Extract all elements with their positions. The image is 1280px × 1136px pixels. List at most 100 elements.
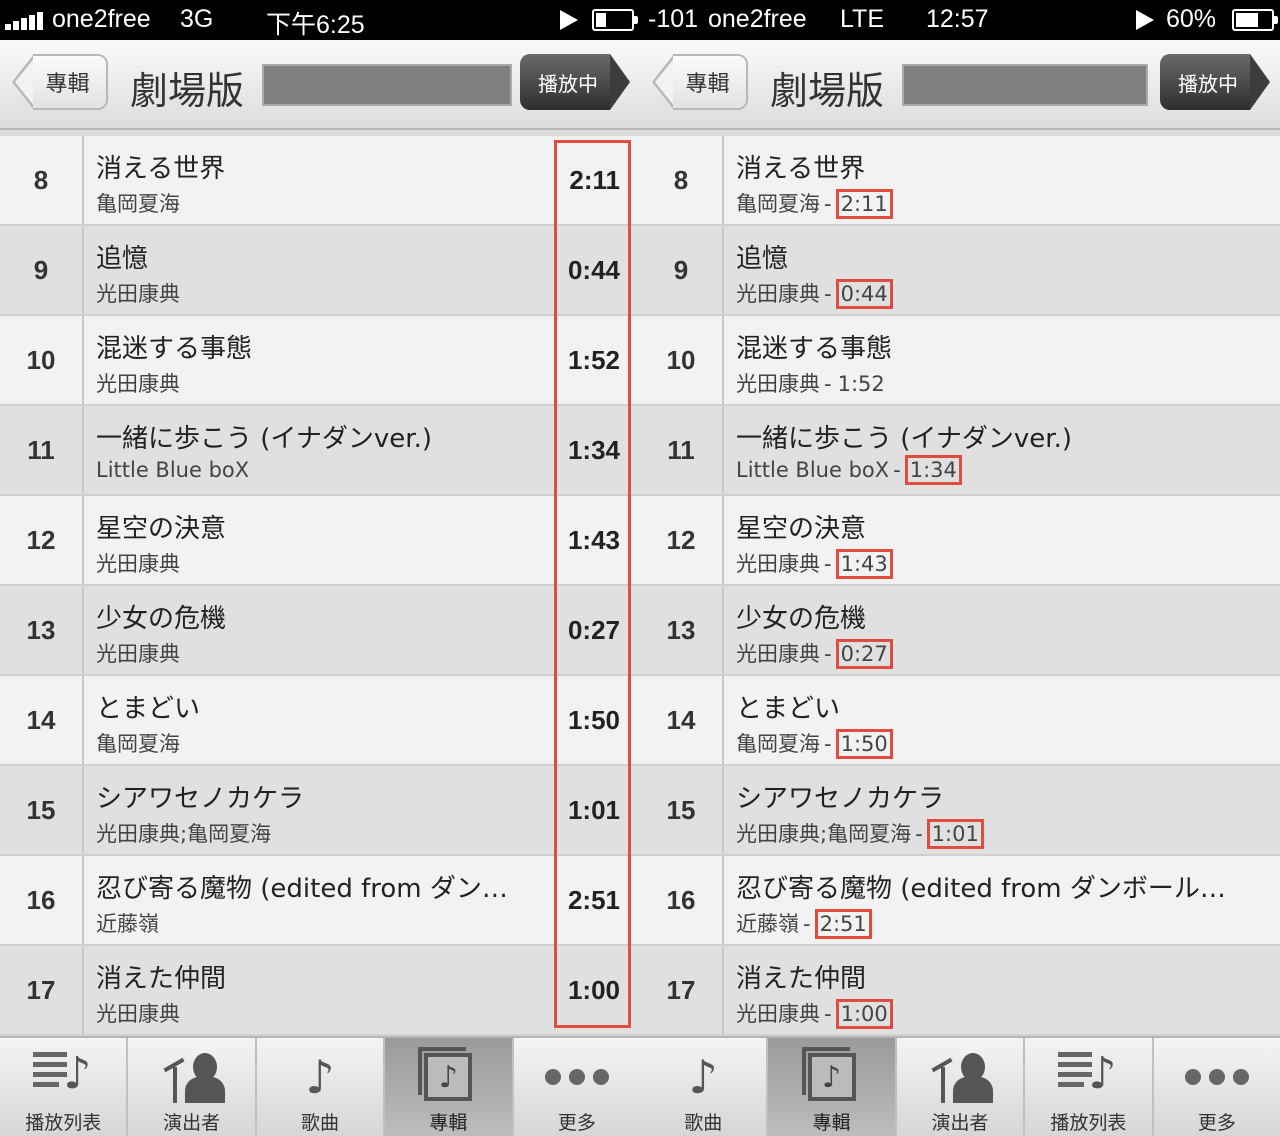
tab-artist[interactable]: 演出者 — [897, 1038, 1026, 1136]
track-title: 追憶 — [96, 244, 149, 274]
track-artist-line: 光田康典 -1:00 — [736, 998, 893, 1029]
track-duration: 1:01 — [567, 794, 620, 825]
track-row[interactable]: 11 一緒に歩こう (イナダンver.) Little Blue boX -1:34 — [640, 406, 1280, 496]
track-artist-line: 亀岡夏海 -1:50 — [736, 728, 893, 759]
back-button-label: 專輯 — [673, 54, 748, 110]
back-button[interactable]: 專輯 — [652, 54, 748, 110]
track-row[interactable]: 16 忍び寄る魔物 (edited from ダン… 近藤嶺 2:51 — [0, 856, 640, 946]
status-bar: one2free 3G 下午6:25 — [0, 0, 640, 40]
playlist-icon: ♪ — [28, 1048, 98, 1104]
track-title: 星空の決意 — [736, 514, 867, 544]
track-title: 消える世界 — [96, 154, 226, 184]
track-number: 12 — [0, 496, 84, 584]
track-number: 10 — [640, 316, 724, 404]
track-number: 13 — [640, 586, 724, 674]
tab-label: 更多 — [1197, 1112, 1236, 1134]
track-title: 忍び寄る魔物 (edited from ダン… — [96, 874, 508, 904]
tab-music-note[interactable]: ♪ 歌曲 — [257, 1038, 386, 1136]
track-duration: 1:52 — [567, 344, 620, 375]
music-note-icon: ♪ — [688, 1050, 718, 1104]
track-duration: 1:43 — [835, 549, 893, 579]
track-row[interactable]: 17 消えた仲間 光田康典 -1:00 — [640, 946, 1280, 1036]
tab-album[interactable]: ♪ 專輯 — [768, 1038, 897, 1136]
album-icon: ♪ — [413, 1047, 483, 1104]
track-artist-line: 光田康典 -1:52 — [736, 368, 887, 398]
track-row[interactable]: 12 星空の決意 光田康典 -1:43 — [640, 496, 1280, 586]
track-row[interactable]: 14 とまどい 亀岡夏海 1:50 — [0, 676, 640, 766]
tab-music-note[interactable]: ♪ 歌曲 — [640, 1038, 769, 1136]
track-row[interactable]: 11 一緒に歩こう (イナダンver.) Little Blue boX 1:34 — [0, 406, 640, 496]
tab-playlist[interactable]: ♪ 播放列表 — [1025, 1038, 1154, 1136]
carrier-label: one2free — [52, 5, 151, 33]
now-playing-label: 播放中 — [520, 54, 610, 110]
track-number: 10 — [0, 316, 84, 404]
track-title: シアワセノカケラ — [736, 784, 945, 814]
tab-album[interactable]: ♪ 專輯 — [385, 1038, 514, 1136]
track-artist: 光田康典;亀岡夏海 — [736, 822, 912, 846]
now-playing-button[interactable]: 播放中 — [1160, 54, 1270, 110]
track-number: 13 — [0, 586, 84, 674]
track-artist-line: Little Blue boX — [96, 458, 249, 482]
track-duration: 1:00 — [835, 999, 893, 1029]
track-title: 混迷する事態 — [736, 334, 893, 364]
track-row[interactable]: 9 追憶 光田康典 0:44 — [0, 226, 640, 316]
track-title: 消えた仲間 — [736, 964, 867, 994]
back-button[interactable]: 專輯 — [12, 54, 108, 110]
navigation-bar: 專輯 劇場版 播放中 — [0, 40, 640, 130]
right-phone-screen: -101 one2free LTE 12:57 60% 專輯 劇場版 播放中 8… — [640, 0, 1280, 1136]
track-number: 15 — [640, 766, 724, 854]
track-row[interactable]: 10 混迷する事態 光田康典 -1:52 — [640, 316, 1280, 406]
track-number: 12 — [640, 496, 724, 584]
tab-label: 播放列表 — [1050, 1112, 1127, 1134]
track-artist: 光田康典 — [736, 282, 820, 306]
track-title: 混迷する事態 — [96, 334, 253, 364]
now-playing-button[interactable]: 播放中 — [520, 54, 630, 110]
track-row[interactable]: 12 星空の決意 光田康典 1:43 — [0, 496, 640, 586]
tab-more[interactable]: 更多 — [1154, 1038, 1280, 1136]
track-title: シアワセノカケラ — [96, 784, 305, 814]
track-row[interactable]: 15 シアワセノカケラ 光田康典;亀岡夏海 1:01 — [0, 766, 640, 856]
track-artist: 亀岡夏海 — [96, 732, 180, 756]
track-artist-line: 光田康典 — [96, 998, 180, 1028]
track-row[interactable]: 13 少女の危機 光田康典 0:27 — [0, 586, 640, 676]
track-artist-line: 亀岡夏海 — [96, 728, 180, 758]
track-list[interactable]: 8 消える世界 亀岡夏海 2:11 9 追憶 光田康典 0:44 10 混迷する事態 光田康典 1:5… — [0, 136, 640, 1036]
more-icon — [542, 1050, 612, 1104]
tab-more[interactable]: 更多 — [514, 1038, 640, 1136]
track-row[interactable]: 8 消える世界 亀岡夏海 2:11 — [0, 136, 640, 226]
track-row[interactable]: 10 混迷する事態 光田康典 1:52 — [0, 316, 640, 406]
tab-playlist[interactable]: ♪ 播放列表 — [0, 1038, 129, 1136]
artist-duration-separator: - — [824, 192, 832, 216]
track-list[interactable]: 8 消える世界 亀岡夏海 -2:11 9 追憶 光田康典 -0:44 10 混迷する事態 光田康典 -… — [640, 136, 1280, 1036]
track-row[interactable]: 17 消えた仲間 光田康典 1:00 — [0, 946, 640, 1036]
track-artist-line: Little Blue boX -1:34 — [736, 455, 962, 485]
artist-duration-separator: - — [824, 372, 832, 396]
track-artist: Little Blue boX — [736, 458, 890, 482]
track-duration: 1:00 — [567, 974, 620, 1005]
track-row[interactable]: 13 少女の危機 光田康典 -0:27 — [640, 586, 1280, 676]
track-duration: 1:34 — [904, 455, 962, 485]
track-title: とまどい — [736, 694, 841, 724]
track-artist: Little Blue boX — [96, 458, 250, 482]
track-duration: 1:50 — [835, 729, 893, 759]
track-row[interactable]: 16 忍び寄る魔物 (edited from ダンボール… 近藤嶺 -2:51 — [640, 856, 1280, 946]
redacted-title-block — [902, 64, 1148, 106]
track-artist: 光田康典 — [96, 552, 180, 576]
track-title: 一緒に歩こう (イナダンver.) — [736, 424, 1072, 454]
artist-duration-separator: - — [824, 732, 832, 756]
track-number: 16 — [640, 856, 724, 944]
track-number: 17 — [0, 946, 84, 1034]
track-row[interactable]: 14 とまどい 亀岡夏海 -1:50 — [640, 676, 1280, 766]
tab-bar: ♪ 播放列表 演出者 ♪ 歌曲 ♪ 專輯 更多 — [0, 1036, 640, 1136]
tab-label: 播放列表 — [25, 1112, 102, 1134]
track-artist: 亀岡夏海 — [736, 732, 820, 756]
track-artist: 近藤嶺 — [736, 912, 799, 936]
track-row[interactable]: 9 追憶 光田康典 -0:44 — [640, 226, 1280, 316]
track-duration: 0:44 — [835, 279, 893, 309]
track-artist: 光田康典 — [96, 282, 180, 306]
network-label: LTE — [840, 5, 884, 33]
track-artist: 光田康典 — [736, 372, 820, 396]
track-row[interactable]: 8 消える世界 亀岡夏海 -2:11 — [640, 136, 1280, 226]
track-row[interactable]: 15 シアワセノカケラ 光田康典;亀岡夏海 -1:01 — [640, 766, 1280, 856]
tab-artist[interactable]: 演出者 — [128, 1038, 257, 1136]
